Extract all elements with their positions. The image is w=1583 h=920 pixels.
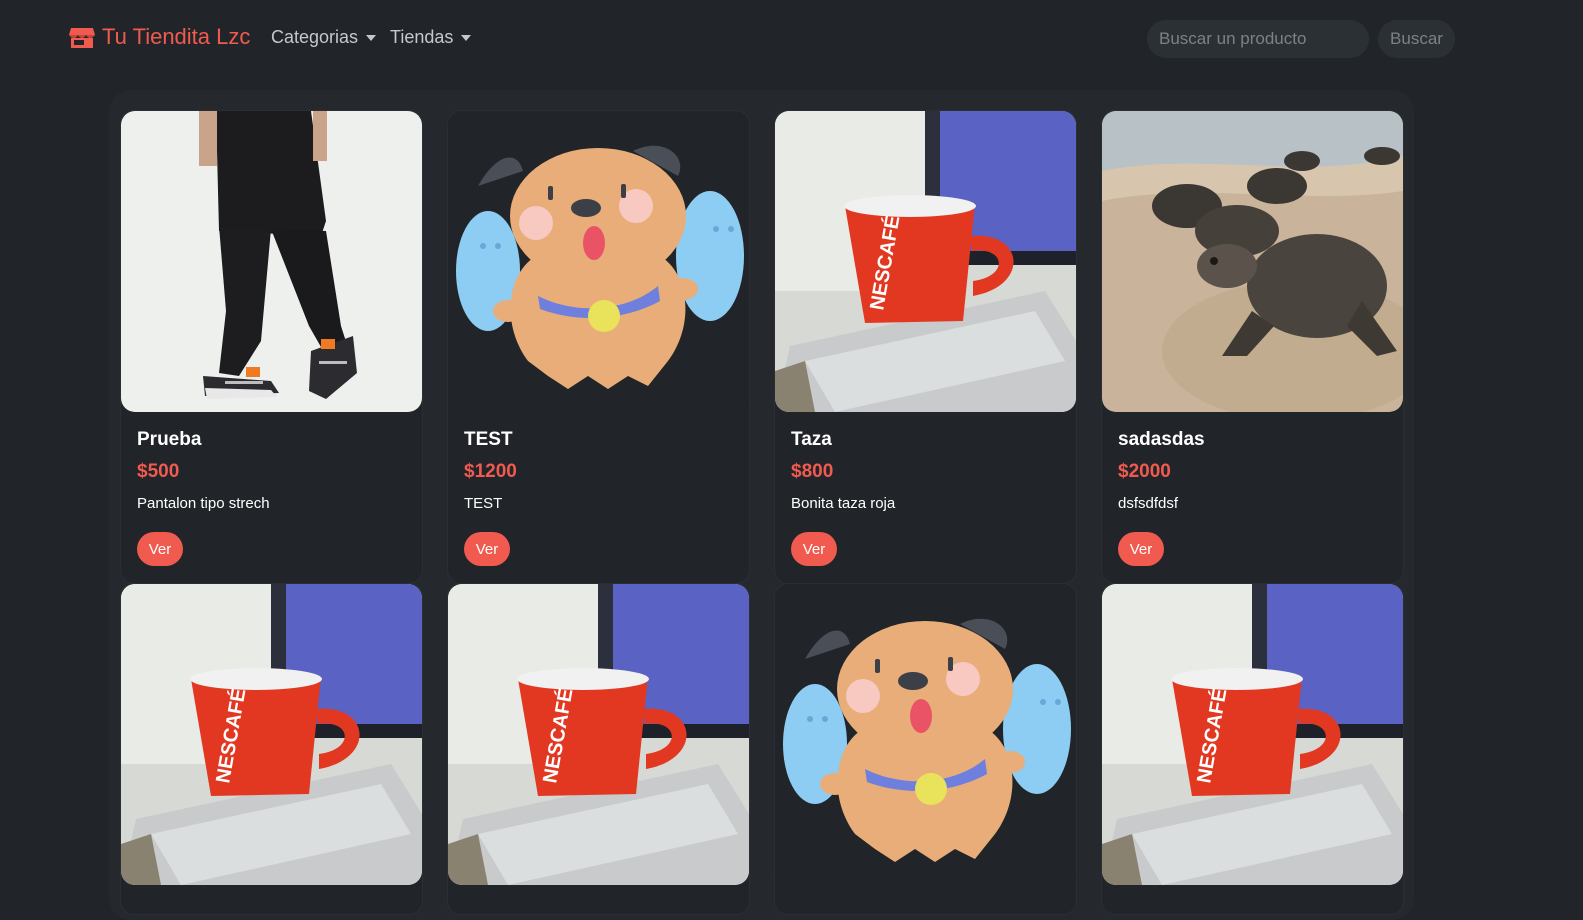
- product-description: Bonita taza roja: [791, 495, 896, 512]
- search-button[interactable]: Buscar: [1378, 20, 1455, 58]
- view-product-button[interactable]: Ver: [137, 532, 183, 566]
- product-price: $800: [791, 461, 834, 482]
- nav-tiendas-dropdown[interactable]: Tiendas: [390, 27, 472, 48]
- product-image[interactable]: [448, 584, 749, 885]
- product-image[interactable]: [121, 584, 422, 885]
- product-price: $1200: [464, 461, 517, 482]
- product-description: TEST: [464, 495, 503, 512]
- product-grid: Prueba $500 Pantalon tipo strech Ver TES…: [109, 90, 1414, 920]
- search-input[interactable]: [1147, 20, 1369, 58]
- chevron-down-icon: [366, 34, 377, 41]
- product-image[interactable]: [775, 584, 1076, 885]
- product-description: dsfsdfdsf: [1118, 495, 1179, 512]
- product-card: Prueba $500 Pantalon tipo strech Ver: [120, 110, 423, 584]
- store-icon: [69, 28, 95, 48]
- product-image[interactable]: [1102, 111, 1403, 412]
- nav-categorias-dropdown[interactable]: Categorias: [271, 27, 377, 48]
- view-product-button[interactable]: Ver: [464, 532, 510, 566]
- product-card: [774, 583, 1077, 915]
- view-product-button[interactable]: Ver: [791, 532, 837, 566]
- product-price: $500: [137, 461, 180, 482]
- product-card: sadasdas $2000 dsfsdfdsf Ver: [1101, 110, 1404, 584]
- view-product-button[interactable]: Ver: [1118, 532, 1164, 566]
- brand-link[interactable]: Tu Tiendita Lzc: [69, 24, 250, 50]
- product-name: Prueba: [137, 429, 202, 450]
- product-image[interactable]: [448, 111, 749, 412]
- product-name: TEST: [464, 429, 513, 450]
- nav-categorias-label: Categorias: [271, 27, 359, 47]
- product-image[interactable]: [121, 111, 422, 412]
- product-card: TEST $1200 TEST Ver: [447, 110, 750, 584]
- navbar: Tu Tiendita Lzc Categorias Tiendas Busca…: [0, 0, 1583, 80]
- product-price: $2000: [1118, 461, 1171, 482]
- product-card: [447, 583, 750, 915]
- brand-name: Tu Tiendita Lzc: [102, 24, 251, 49]
- chevron-down-icon: [461, 34, 472, 41]
- product-card: Taza $800 Bonita taza roja Ver: [774, 110, 1077, 584]
- product-card: [120, 583, 423, 915]
- product-description: Pantalon tipo strech: [137, 495, 270, 512]
- nav-tiendas-label: Tiendas: [390, 27, 454, 47]
- product-card: [1101, 583, 1404, 915]
- product-image[interactable]: [775, 111, 1076, 412]
- product-image[interactable]: [1102, 584, 1403, 885]
- product-name: Taza: [791, 429, 832, 450]
- product-name: sadasdas: [1118, 429, 1205, 450]
